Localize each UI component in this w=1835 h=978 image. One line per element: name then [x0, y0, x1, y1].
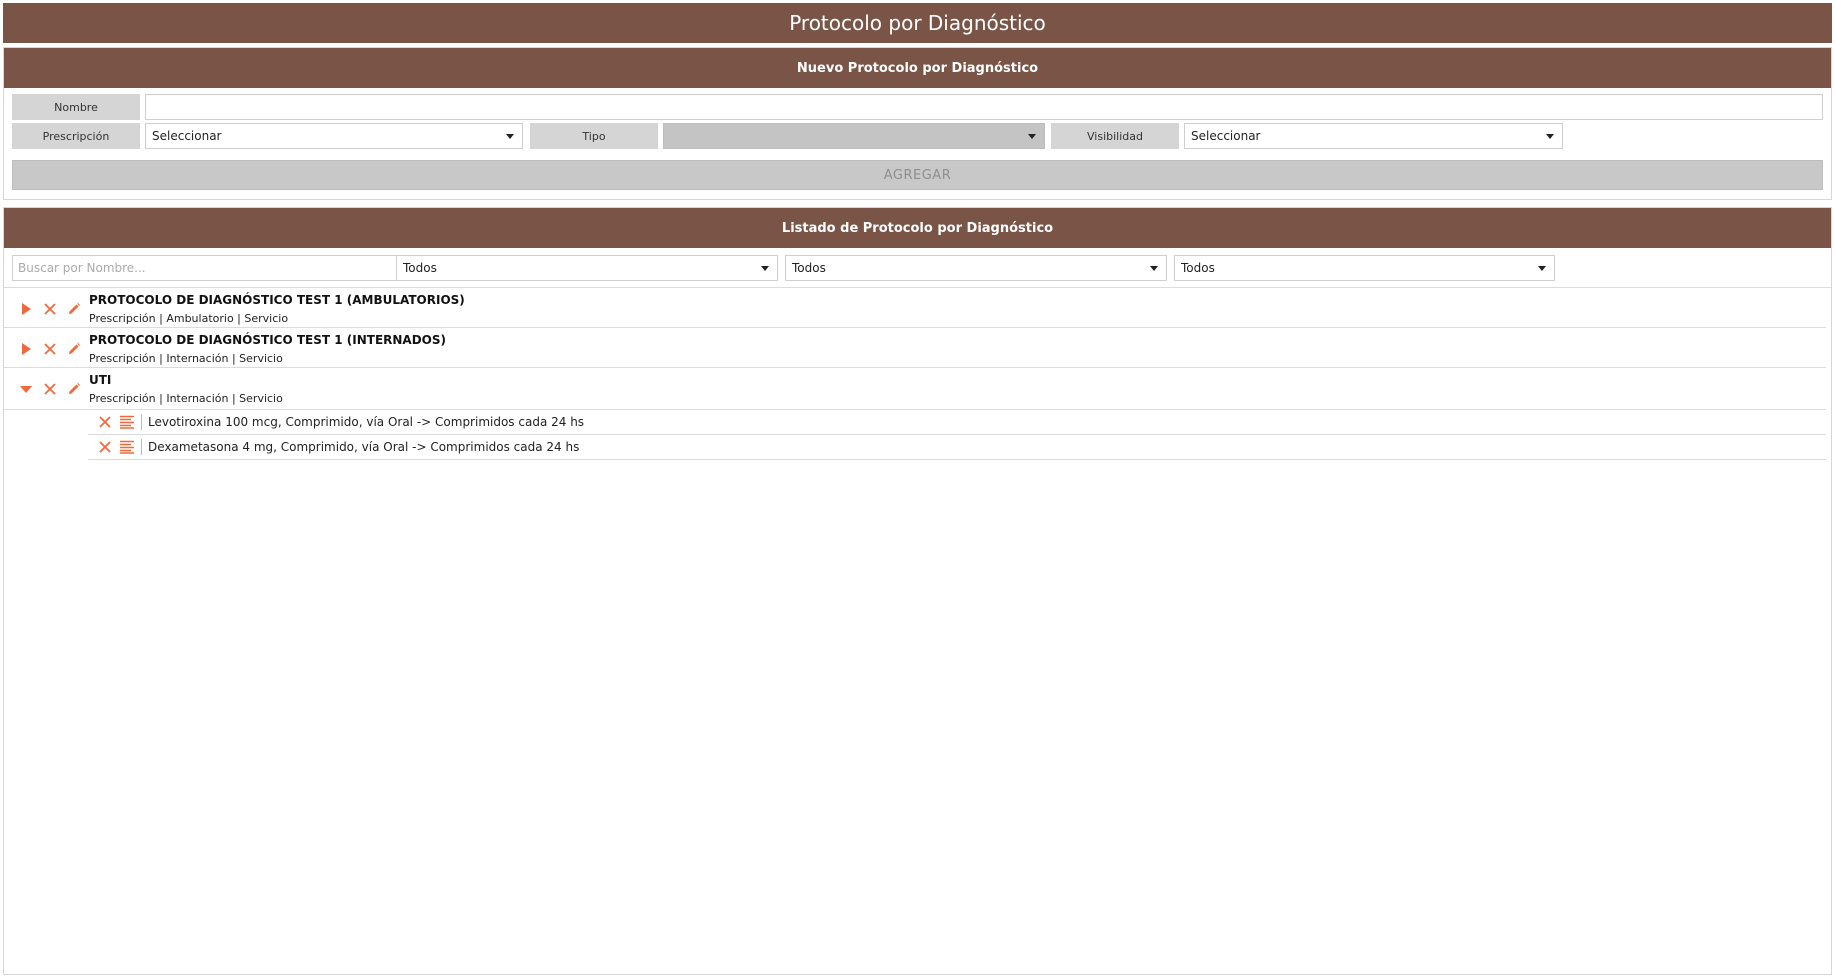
- protocol-name: PROTOCOLO DE DIAGNÓSTICO TEST 1 (AMBULAT…: [89, 293, 465, 307]
- medication-text: Dexametasona 4 mg, Comprimido, vía Oral …: [148, 440, 580, 454]
- filter-select-2-value: Todos: [792, 261, 826, 275]
- new-protocol-header: Nuevo Protocolo por Diagnóstico: [4, 48, 1831, 88]
- visibilidad-select[interactable]: Seleccionar: [1184, 123, 1563, 149]
- divider: [141, 414, 142, 430]
- pencil-icon[interactable]: [66, 301, 82, 317]
- list-item: Levotiroxina 100 mcg, Comprimido, vía Or…: [88, 410, 1826, 435]
- close-icon[interactable]: [97, 414, 113, 430]
- protocol-meta: Prescripción | Internación | Servicio: [89, 352, 283, 365]
- chevron-down-icon: [1150, 266, 1158, 271]
- filter-select-1-value: Todos: [403, 261, 437, 275]
- chevron-down-icon: [761, 266, 769, 271]
- protocol-row: PROTOCOLO DE DIAGNÓSTICO TEST 1 (INTERNA…: [4, 328, 1826, 368]
- protocol-name: UTI: [89, 373, 112, 387]
- protocol-meta: Prescripción | Ambulatorio | Servicio: [89, 312, 289, 325]
- protocol-list-header: Listado de Protocolo por Diagnóstico: [4, 208, 1831, 248]
- tipo-select[interactable]: [663, 123, 1045, 149]
- row-actions: [18, 381, 90, 397]
- prescripcion-label: Prescripción: [12, 123, 140, 149]
- close-icon[interactable]: [42, 341, 58, 357]
- chevron-down-icon: [1028, 134, 1036, 139]
- nombre-label: Nombre: [12, 94, 140, 120]
- protocol-row: PROTOCOLO DE DIAGNÓSTICO TEST 1 (AMBULAT…: [4, 288, 1826, 328]
- close-icon[interactable]: [42, 301, 58, 317]
- agregar-button[interactable]: AGREGAR: [12, 160, 1823, 190]
- divider: [141, 439, 142, 455]
- filter-select-3-value: Todos: [1181, 261, 1215, 275]
- prescripcion-select-value: Seleccionar: [152, 129, 222, 143]
- chevron-down-icon: [1546, 134, 1554, 139]
- chevron-down-icon: [506, 134, 514, 139]
- visibilidad-select-value: Seleccionar: [1191, 129, 1261, 143]
- pencil-icon[interactable]: [66, 381, 82, 397]
- list-icon[interactable]: [119, 414, 135, 430]
- page-title: Protocolo por Diagnóstico: [3, 3, 1832, 43]
- medication-text: Levotiroxina 100 mcg, Comprimido, vía Or…: [148, 415, 585, 429]
- protocol-name: PROTOCOLO DE DIAGNÓSTICO TEST 1 (INTERNA…: [89, 333, 446, 347]
- row-actions: [18, 341, 90, 357]
- filter-select-3[interactable]: Todos: [1174, 255, 1555, 281]
- filter-select-2[interactable]: Todos: [785, 255, 1167, 281]
- protocol-meta: Prescripción | Internación | Servicio: [89, 392, 283, 405]
- new-protocol-panel: Nuevo Protocolo por Diagnóstico Nombre P…: [3, 47, 1832, 200]
- tipo-label: Tipo: [530, 123, 658, 149]
- search-input[interactable]: Buscar por Nombre...: [12, 255, 456, 281]
- close-icon[interactable]: [97, 439, 113, 455]
- row-actions: [18, 301, 90, 317]
- nombre-input[interactable]: [145, 94, 1823, 120]
- list-icon[interactable]: [119, 439, 135, 455]
- caret-down-icon[interactable]: [18, 381, 34, 397]
- close-icon[interactable]: [42, 381, 58, 397]
- list-item: Dexametasona 4 mg, Comprimido, vía Oral …: [88, 435, 1826, 460]
- play-icon[interactable]: [18, 341, 34, 357]
- pencil-icon[interactable]: [66, 341, 82, 357]
- protocol-row: UTI Prescripción | Internación | Servici…: [4, 368, 1826, 410]
- chevron-down-icon: [1538, 266, 1546, 271]
- filter-select-1[interactable]: Todos: [396, 255, 778, 281]
- search-placeholder: Buscar por Nombre...: [18, 261, 146, 275]
- prescripcion-select[interactable]: Seleccionar: [145, 123, 523, 149]
- visibilidad-label: Visibilidad: [1051, 123, 1179, 149]
- play-icon[interactable]: [18, 301, 34, 317]
- protocol-list-panel: Listado de Protocolo por Diagnóstico Bus…: [3, 207, 1832, 975]
